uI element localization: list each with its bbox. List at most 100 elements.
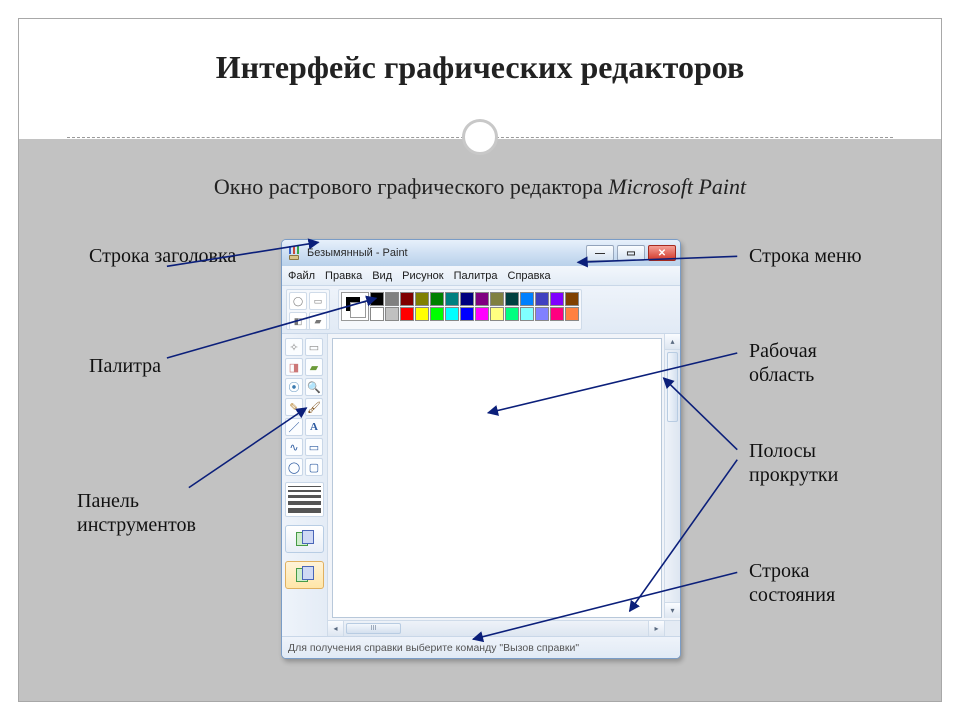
tool-grid: ✧ ▭ ◨ ▰ ⦿ 🔍 ✎ 🖌 ／ A ∿ ▭ ◯ ▢ <box>285 338 324 476</box>
tool-line-icon[interactable]: ／ <box>285 418 303 436</box>
palette-swatch[interactable] <box>460 292 474 306</box>
close-button[interactable]: ✕ <box>648 245 676 261</box>
palette-swatch[interactable] <box>475 307 489 321</box>
window-buttons: — ▭ ✕ <box>586 245 676 261</box>
palette-swatch[interactable] <box>400 307 414 321</box>
menu-file[interactable]: Файл <box>288 270 315 282</box>
tool-rect-select-icon[interactable]: ▭ <box>305 338 323 356</box>
paint-toolstrip: ◯ ▭ ◧ ▰ <box>282 286 680 334</box>
mini-fill-icon[interactable]: ▰ <box>309 312 327 330</box>
line-width-picker[interactable] <box>285 482 324 517</box>
vertical-scrollbar[interactable]: ▴ ▾ <box>664 334 680 618</box>
label-workspace: Рабочая область <box>749 339 879 387</box>
tool-picker-icon[interactable]: ⦿ <box>285 378 303 396</box>
tool-round-rect-icon[interactable]: ▢ <box>305 458 323 476</box>
palette-swatch[interactable] <box>505 307 519 321</box>
tool-eraser-icon[interactable]: ◨ <box>285 358 303 376</box>
menu-edit[interactable]: Правка <box>325 270 362 282</box>
label-title-bar: Строка заголовка <box>89 244 236 268</box>
label-scrollbars: Полосы прокрутки <box>749 439 889 487</box>
palette-swatch[interactable] <box>400 292 414 306</box>
palette-swatch[interactable] <box>520 307 534 321</box>
clipboard-icon <box>296 530 314 548</box>
maximize-button[interactable]: ▭ <box>617 245 645 261</box>
palette-swatch[interactable] <box>475 292 489 306</box>
slide-title: Интерфейс графических редакторов <box>19 49 941 86</box>
paint-workarea: ✧ ▭ ◨ ▰ ⦿ 🔍 ✎ 🖌 ／ A ∿ ▭ ◯ ▢ <box>282 334 680 636</box>
palette-swatch[interactable] <box>520 292 534 306</box>
palette-swatch[interactable] <box>445 292 459 306</box>
label-status-bar: Строка состояния <box>749 559 889 607</box>
paint-app-icon <box>286 246 302 260</box>
status-text: Для получения справки выберите команду "… <box>288 642 579 654</box>
palette-swatch[interactable] <box>460 307 474 321</box>
paint-color-palette <box>338 289 582 330</box>
menu-image[interactable]: Рисунок <box>402 270 444 282</box>
tool-zoom-icon[interactable]: 🔍 <box>305 378 323 396</box>
palette-swatch[interactable] <box>490 307 504 321</box>
scroll-up-button[interactable]: ▴ <box>665 334 680 350</box>
mini-rect-select-icon[interactable]: ▭ <box>309 292 327 310</box>
palette-swatch[interactable] <box>415 307 429 321</box>
fg-bg-color-icon[interactable] <box>341 292 369 321</box>
hscroll-thumb[interactable]: III <box>346 623 401 634</box>
clipboard-paste-from-button[interactable] <box>285 561 324 589</box>
label-menu-bar: Строка меню <box>749 244 879 268</box>
tool-text-icon[interactable]: A <box>305 418 323 436</box>
paint-canvas[interactable] <box>332 338 662 618</box>
paint-toolbox: ✧ ▭ ◨ ▰ ⦿ 🔍 ✎ 🖌 ／ A ∿ ▭ ◯ ▢ <box>282 334 328 636</box>
palette-swatch[interactable] <box>370 307 384 321</box>
palette-swatch[interactable] <box>370 292 384 306</box>
palette-swatch[interactable] <box>445 307 459 321</box>
scroll-left-button[interactable]: ◂ <box>328 621 344 636</box>
tool-fill-icon[interactable]: ▰ <box>305 358 323 376</box>
scroll-down-button[interactable]: ▾ <box>665 602 680 618</box>
subtitle-product: Microsoft Paint <box>608 174 746 199</box>
horizontal-scrollbar[interactable]: ◂ III ▸ <box>328 620 664 636</box>
minimize-button[interactable]: — <box>586 245 614 261</box>
paint-title-bar[interactable]: Безымянный - Paint — ▭ ✕ <box>282 240 680 266</box>
tool-freeform-select-icon[interactable]: ✧ <box>285 338 303 356</box>
scroll-right-button[interactable]: ▸ <box>648 621 664 636</box>
slide-frame: Интерфейс графических редакторов Окно ра… <box>18 18 942 702</box>
slide-subtitle: Окно растрового графического редактора M… <box>19 174 941 200</box>
clipboard-paste-button[interactable] <box>285 525 324 553</box>
mini-eraser-icon[interactable]: ◧ <box>289 312 307 330</box>
palette-swatch[interactable] <box>565 292 579 306</box>
canvas-zone: ▴ ▾ ◂ III ▸ <box>328 334 680 636</box>
palette-swatch[interactable] <box>385 292 399 306</box>
palette-swatch[interactable] <box>505 292 519 306</box>
mini-freeform-select-icon[interactable]: ◯ <box>289 292 307 310</box>
menu-palette[interactable]: Палитра <box>454 270 498 282</box>
palette-swatch[interactable] <box>535 307 549 321</box>
vscroll-thumb[interactable] <box>667 352 678 422</box>
scroll-corner <box>664 620 680 636</box>
label-toolbar: Панель инструментов <box>77 489 237 537</box>
tool-brush-icon[interactable]: 🖌 <box>305 398 323 416</box>
palette-swatch[interactable] <box>490 292 504 306</box>
subtitle-text: Окно растрового графического редактора <box>214 174 608 199</box>
clipboard-icon <box>296 566 314 584</box>
tool-curve-icon[interactable]: ∿ <box>285 438 303 456</box>
tool-ellipse-icon[interactable]: ◯ <box>285 458 303 476</box>
palette-swatch[interactable] <box>565 307 579 321</box>
palette-swatch[interactable] <box>415 292 429 306</box>
menu-help[interactable]: Справка <box>508 270 551 282</box>
paint-status-bar: Для получения справки выберите команду "… <box>282 636 680 658</box>
paint-title-text: Безымянный - Paint <box>307 247 408 259</box>
label-palette: Палитра <box>89 354 161 378</box>
tool-pencil-icon[interactable]: ✎ <box>285 398 303 416</box>
header-ring-icon <box>462 119 498 155</box>
palette-swatch[interactable] <box>430 292 444 306</box>
palette-swatch[interactable] <box>550 307 564 321</box>
palette-swatch[interactable] <box>385 307 399 321</box>
paint-window: Безымянный - Paint — ▭ ✕ Файл Правка Вид… <box>281 239 681 659</box>
toolstrip-mini-tools: ◯ ▭ ◧ ▰ <box>286 289 330 330</box>
palette-swatch[interactable] <box>550 292 564 306</box>
palette-swatch[interactable] <box>430 307 444 321</box>
menu-view[interactable]: Вид <box>372 270 392 282</box>
paint-menu-bar: Файл Правка Вид Рисунок Палитра Справка <box>282 266 680 286</box>
tool-rect-icon[interactable]: ▭ <box>305 438 323 456</box>
label-title-bar-text: Строка заголовка <box>89 245 236 267</box>
palette-swatch[interactable] <box>535 292 549 306</box>
